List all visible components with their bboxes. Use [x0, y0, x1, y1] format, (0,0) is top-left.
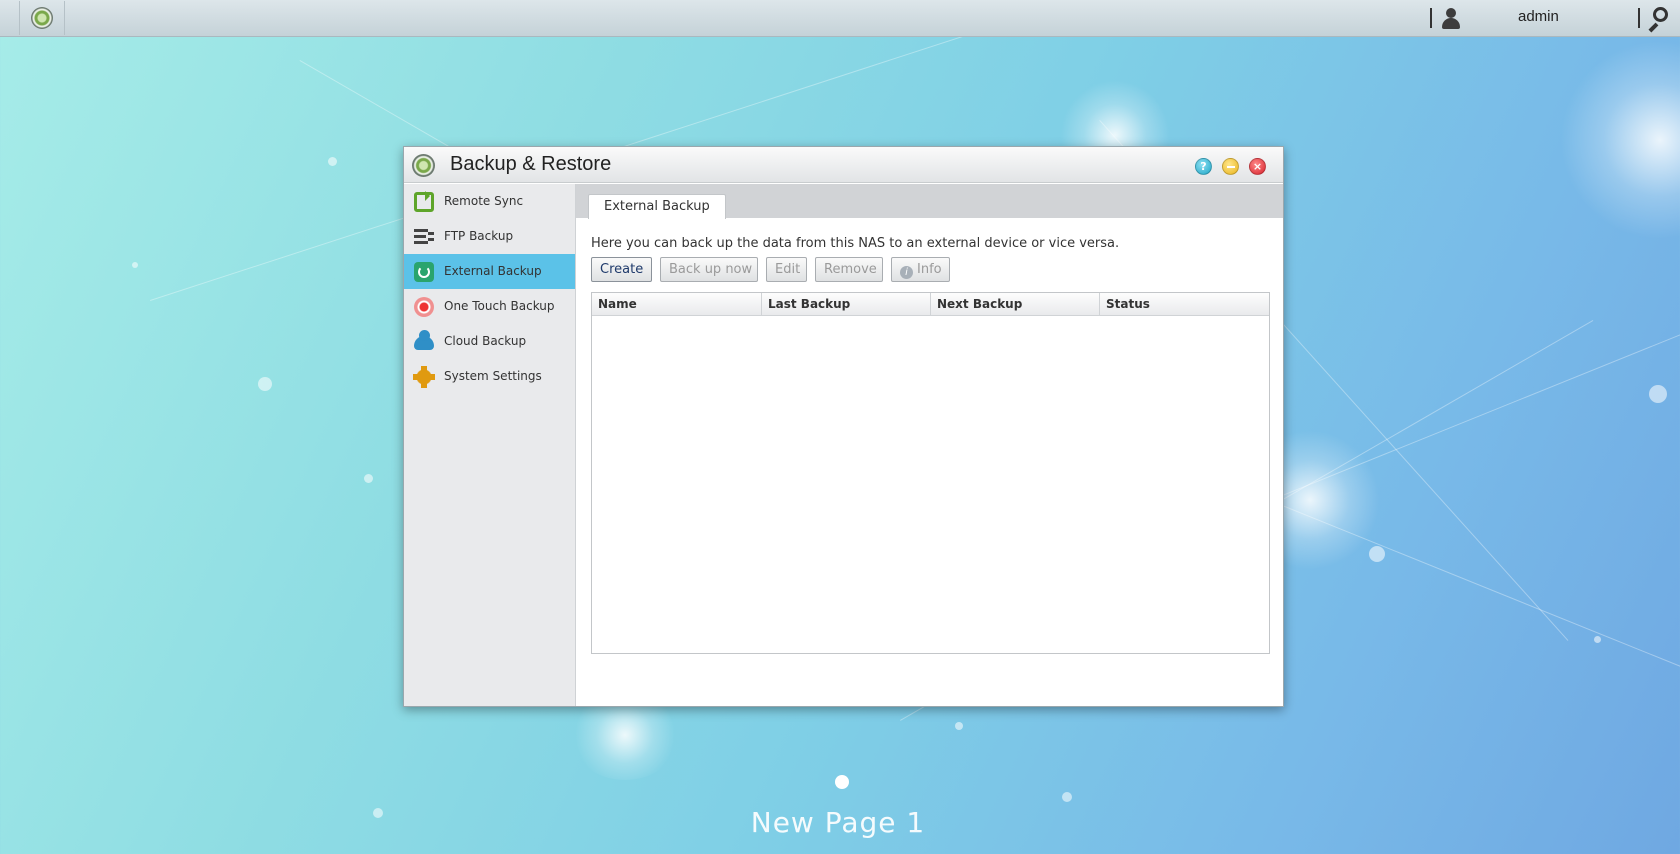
tab-external-backup[interactable]: External Backup — [588, 194, 726, 219]
sidebar-item-label: External Backup — [444, 264, 542, 278]
table-header: Name Last Backup Next Backup Status — [592, 293, 1269, 316]
topbar-divider — [1638, 8, 1640, 28]
sidebar-item-system-settings[interactable]: System Settings — [404, 359, 575, 394]
ftp-backup-icon — [414, 227, 434, 247]
backup-restore-window: Backup & Restore ? × Remote Sync FTP Bac… — [403, 146, 1284, 707]
sidebar: Remote Sync FTP Backup External Backup O… — [404, 184, 576, 706]
page-indicator-dot[interactable] — [835, 775, 849, 789]
window-titlebar[interactable]: Backup & Restore ? × — [404, 147, 1283, 183]
desktop-page-label: New Page 1 — [750, 806, 926, 839]
username-label[interactable]: admin — [1518, 8, 1559, 25]
edit-button[interactable]: Edit — [766, 257, 807, 282]
remove-button[interactable]: Remove — [815, 257, 883, 282]
column-header-next-backup[interactable]: Next Backup — [931, 293, 1100, 316]
search-icon[interactable] — [1646, 6, 1670, 33]
close-button[interactable]: × — [1249, 158, 1266, 175]
system-settings-icon — [413, 366, 435, 388]
nas-logo-icon — [31, 7, 53, 29]
sidebar-item-remote-sync[interactable]: Remote Sync — [404, 184, 575, 219]
sidebar-item-label: One Touch Backup — [444, 299, 555, 313]
backup-jobs-table[interactable]: Name Last Backup Next Backup Status — [591, 292, 1270, 654]
column-header-last-backup[interactable]: Last Backup — [762, 293, 931, 316]
backup-now-button[interactable]: Back up now — [660, 257, 758, 282]
column-header-name[interactable]: Name — [592, 293, 762, 316]
page-description: Here you can back up the data from this … — [591, 236, 1120, 251]
create-button[interactable]: Create — [591, 257, 652, 282]
minimize-button[interactable] — [1222, 158, 1239, 175]
sidebar-item-label: System Settings — [444, 369, 542, 383]
sidebar-item-label: Remote Sync — [444, 194, 524, 208]
app-logo-icon — [412, 154, 435, 177]
main-content: External Backup Here you can back up the… — [576, 184, 1283, 706]
remote-sync-icon — [414, 191, 434, 212]
tab-bar: External Backup — [576, 184, 1283, 219]
one-touch-backup-icon — [414, 297, 434, 317]
help-button[interactable]: ? — [1195, 158, 1212, 175]
external-backup-icon — [414, 262, 434, 282]
topbar-divider — [1430, 8, 1432, 28]
home-button[interactable] — [19, 1, 65, 35]
sidebar-item-external-backup[interactable]: External Backup — [404, 254, 575, 289]
info-button[interactable]: i Info — [891, 257, 950, 282]
sidebar-item-label: Cloud Backup — [444, 334, 527, 348]
sidebar-item-cloud-backup[interactable]: Cloud Backup — [404, 324, 575, 359]
sidebar-item-label: FTP Backup — [444, 229, 514, 243]
info-label: Info — [917, 262, 942, 277]
window-title: Backup & Restore — [450, 153, 612, 175]
user-icon[interactable] — [1440, 7, 1462, 29]
cloud-backup-icon — [414, 330, 434, 350]
top-bar: admin — [0, 0, 1680, 37]
info-icon: i — [900, 266, 913, 279]
sidebar-item-ftp-backup[interactable]: FTP Backup — [404, 219, 575, 254]
sidebar-item-one-touch-backup[interactable]: One Touch Backup — [404, 289, 575, 324]
column-header-status[interactable]: Status — [1100, 293, 1269, 316]
